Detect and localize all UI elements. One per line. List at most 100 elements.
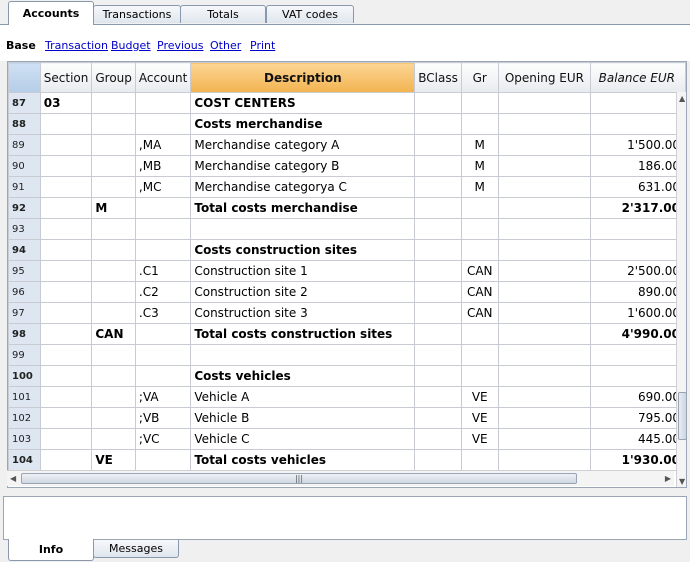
cell-group[interactable] [91, 134, 136, 156]
table-row[interactable]: 90 ,MB Merchandise category B M 186.00 [8, 155, 686, 177]
cell-balance[interactable] [590, 344, 686, 366]
cell-group[interactable]: CAN [91, 323, 136, 345]
cell-balance[interactable] [590, 239, 686, 261]
cell-gr[interactable]: M [460, 176, 499, 198]
cell-group[interactable] [91, 176, 136, 198]
cell-account[interactable]: .C1 [134, 260, 192, 282]
cell-bclass[interactable] [414, 281, 462, 303]
cell-section[interactable] [39, 260, 93, 282]
row-number-header[interactable] [8, 62, 41, 93]
cell-opening[interactable] [497, 344, 592, 366]
cell-account[interactable] [134, 218, 192, 240]
cell-section[interactable] [39, 323, 93, 345]
scroll-left-icon[interactable]: ◀ [10, 474, 16, 483]
cell-account[interactable]: ;VC [134, 428, 192, 450]
cell-description[interactable]: Vehicle B [190, 407, 416, 429]
cell-group[interactable] [91, 260, 136, 282]
view-base[interactable]: Base [6, 39, 36, 52]
cell-balance[interactable]: 2'500.00 [590, 260, 686, 282]
cell-account[interactable]: ,MB [134, 155, 192, 177]
cell-bclass[interactable] [414, 197, 462, 219]
cell-account[interactable]: ,MC [134, 176, 192, 198]
cell-balance[interactable]: 1'930.00 [590, 449, 686, 471]
view-previous[interactable]: Previous [157, 39, 204, 52]
cell-opening[interactable] [497, 428, 592, 450]
table-row[interactable]: 96 .C2 Construction site 2 CAN 890.00 [8, 281, 686, 303]
scroll-down-icon[interactable]: ▼ [679, 477, 685, 486]
view-print[interactable]: Print [250, 39, 275, 52]
cell-balance[interactable]: 1'600.00 [590, 302, 686, 324]
cell-bclass[interactable] [414, 386, 462, 408]
horizontal-scroll-thumb[interactable]: ||| [21, 473, 577, 484]
table-row[interactable]: 99 [8, 344, 686, 366]
cell-section[interactable] [39, 428, 93, 450]
cell-bclass[interactable] [414, 323, 462, 345]
tab-vat-codes[interactable]: VAT codes [266, 5, 354, 23]
horizontal-scrollbar[interactable]: ◀ ||| ▶ [7, 470, 674, 486]
cell-balance[interactable] [590, 365, 686, 387]
tab-info[interactable]: Info [8, 539, 94, 561]
table-row[interactable]: 88 Costs merchandise [8, 113, 686, 135]
table-row[interactable]: 98 CAN Total costs construction sites 4'990… [8, 323, 686, 345]
cell-account[interactable] [134, 197, 192, 219]
cell-balance[interactable]: 690.00 [590, 386, 686, 408]
cell-balance[interactable]: 4'990.00 [590, 323, 686, 345]
cell-section[interactable] [39, 407, 93, 429]
cell-section[interactable] [39, 176, 93, 198]
cell-bclass[interactable] [414, 176, 462, 198]
cell-section[interactable] [39, 239, 93, 261]
table-row[interactable]: 104 VE Total costs vehicles 1'930.00 [8, 449, 686, 471]
cell-group[interactable] [91, 155, 136, 177]
cell-group[interactable] [91, 218, 136, 240]
view-transaction[interactable]: Transaction [45, 39, 108, 52]
column-header-balance[interactable]: Balance EUR [590, 62, 686, 93]
column-header-bclass[interactable]: BClass [414, 62, 462, 93]
cell-opening[interactable] [497, 302, 592, 324]
cell-opening[interactable] [497, 386, 592, 408]
cell-bclass[interactable] [414, 239, 462, 261]
cell-bclass[interactable] [414, 344, 462, 366]
cell-section[interactable] [39, 365, 93, 387]
cell-account[interactable] [134, 239, 192, 261]
vertical-scrollbar[interactable]: ▲ ▼ [676, 92, 686, 487]
table-row[interactable]: 94 Costs construction sites [8, 239, 686, 261]
cell-section[interactable] [39, 281, 93, 303]
cell-group[interactable] [91, 302, 136, 324]
cell-bclass[interactable] [414, 449, 462, 471]
cell-gr[interactable]: VE [460, 386, 499, 408]
table-row[interactable]: 101 ;VA Vehicle A VE 690.00 [8, 386, 686, 408]
column-header-gr[interactable]: Gr [460, 62, 499, 93]
cell-account[interactable]: ;VA [134, 386, 192, 408]
cell-gr[interactable] [460, 92, 499, 114]
cell-group[interactable]: M [91, 197, 136, 219]
cell-gr[interactable] [460, 218, 499, 240]
cell-gr[interactable]: CAN [460, 260, 499, 282]
tab-transactions[interactable]: Transactions [93, 5, 181, 23]
cell-account[interactable]: ,MA [134, 134, 192, 156]
cell-group[interactable] [91, 407, 136, 429]
cell-gr[interactable]: VE [460, 407, 499, 429]
cell-bclass[interactable] [414, 428, 462, 450]
cell-gr[interactable] [460, 365, 499, 387]
cell-balance[interactable]: 445.00 [590, 428, 686, 450]
cell-description[interactable]: Vehicle A [190, 386, 416, 408]
cell-description[interactable]: Total costs merchandise [190, 197, 416, 219]
tab-totals[interactable]: Totals [180, 5, 266, 23]
cell-gr[interactable]: M [460, 155, 499, 177]
cell-balance[interactable] [590, 92, 686, 114]
cell-description[interactable]: Total costs construction sites [190, 323, 416, 345]
cell-bclass[interactable] [414, 92, 462, 114]
cell-section[interactable] [39, 155, 93, 177]
cell-bclass[interactable] [414, 134, 462, 156]
cell-bclass[interactable] [414, 302, 462, 324]
cell-section[interactable] [39, 449, 93, 471]
table-row[interactable]: 100 Costs vehicles [8, 365, 686, 387]
cell-description[interactable]: Construction site 2 [190, 281, 416, 303]
cell-account[interactable] [134, 323, 192, 345]
cell-balance[interactable]: 631.00 [590, 176, 686, 198]
cell-gr[interactable]: VE [460, 428, 499, 450]
cell-bclass[interactable] [414, 260, 462, 282]
cell-account[interactable] [134, 92, 192, 114]
cell-bclass[interactable] [414, 113, 462, 135]
cell-section[interactable] [39, 113, 93, 135]
